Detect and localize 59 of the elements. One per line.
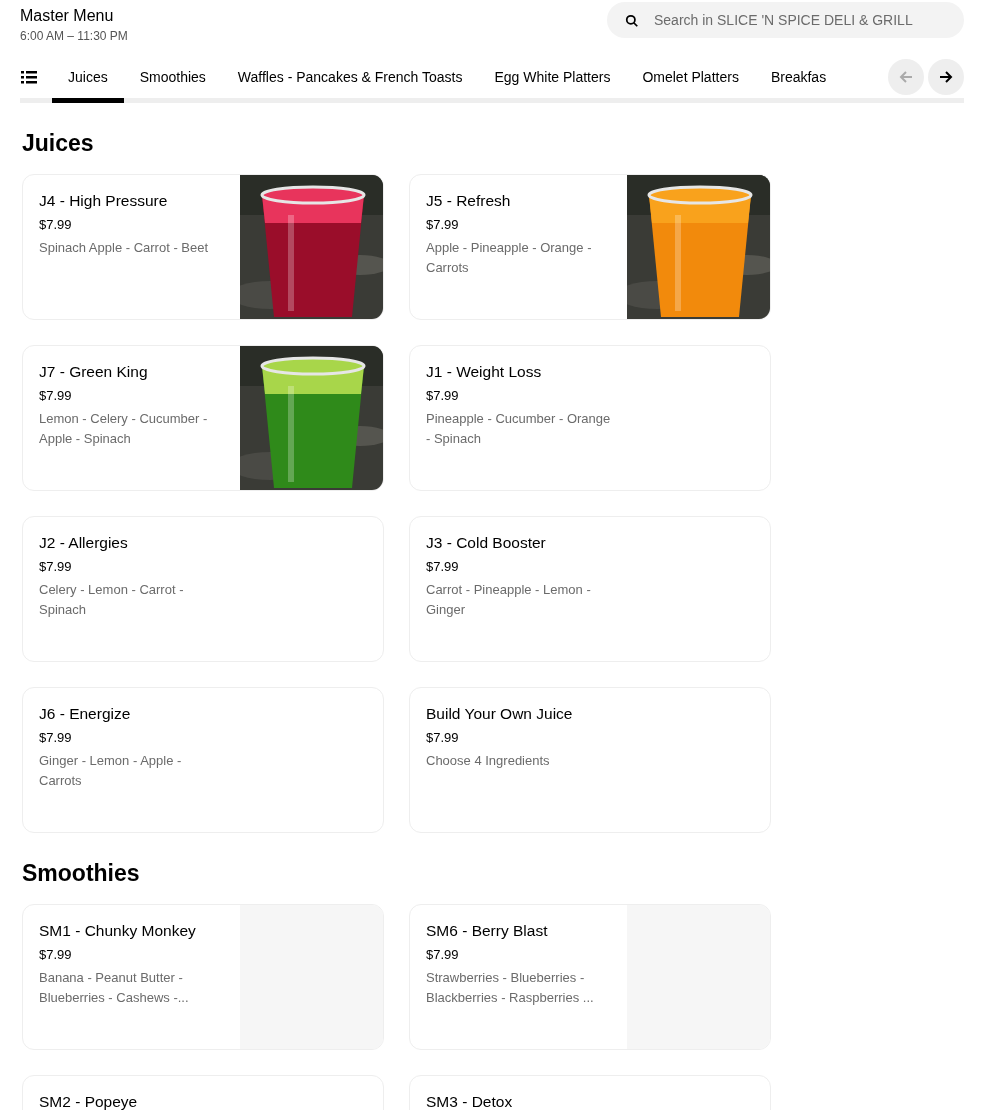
item-description: Carrot - Pineapple - Lemon - Ginger bbox=[426, 581, 592, 619]
item-description: Strawberries - Blueberries - Blackberries - Raspberries ... bbox=[426, 969, 595, 1007]
item-name: SM2 - Popeye bbox=[39, 1092, 139, 1110]
item-price: $7.99 bbox=[39, 216, 73, 234]
scroll-right-button[interactable] bbox=[928, 58, 964, 95]
item-name: J7 - Green King bbox=[39, 362, 149, 382]
section-heading: Juices bbox=[22, 129, 95, 157]
item-price: $7.99 bbox=[39, 387, 73, 405]
item-price: $7.99 bbox=[39, 729, 73, 747]
item-description: Pineapple - Cucumber - Orange - Spinach bbox=[426, 410, 611, 448]
item-description: Spinach Apple - Carrot - Beet bbox=[39, 239, 210, 257]
item-description: Choose 4 Ingredients bbox=[426, 752, 551, 770]
item-name: J2 - Allergies bbox=[39, 533, 129, 553]
item-description: Ginger - Lemon - Apple - Carrots bbox=[39, 752, 183, 790]
item-price: $7.99 bbox=[39, 558, 73, 576]
menu-item-card[interactable]: J4 - High Pressure $7.99 Spinach Apple - Carrot - Beet bbox=[22, 174, 384, 320]
item-price: $7.99 bbox=[426, 216, 460, 234]
item-price: $7.99 bbox=[426, 729, 460, 747]
menu-item-card[interactable]: J1 - Weight Loss $7.99 Pineapple - Cucumber - Orange - Spinach bbox=[409, 345, 771, 491]
category-tab[interactable]: Egg White Platters bbox=[478, 55, 627, 98]
menu-item-card[interactable]: Build Your Own Juice $7.99 Choose 4 Ingredients bbox=[409, 687, 771, 833]
item-price: $7.99 bbox=[426, 558, 460, 576]
search-icon bbox=[625, 14, 639, 28]
item-description: Celery - Lemon - Carrot - Spinach bbox=[39, 581, 185, 619]
item-name: J1 - Weight Loss bbox=[426, 362, 543, 382]
section-heading: Smoothies bbox=[22, 859, 141, 887]
arrow-left-icon bbox=[898, 68, 914, 85]
category-tab[interactable]: Juices bbox=[52, 55, 124, 103]
menu-item-card[interactable]: SM3 - Detox bbox=[409, 1075, 771, 1110]
category-tab[interactable]: Smoothies bbox=[123, 55, 222, 98]
menu-item-card[interactable]: J7 - Green King $7.99 Lemon - Celery - Cucumber - Apple - Spinach bbox=[22, 345, 384, 491]
search-field[interactable]: Search in SLICE 'N SPICE DELI & GRILL bbox=[607, 2, 964, 38]
item-name: J3 - Cold Booster bbox=[426, 533, 547, 553]
menu-item-card[interactable]: J6 - Energize $7.99 Ginger - Lemon - Apple - Carrots bbox=[22, 687, 384, 833]
item-name: J4 - High Pressure bbox=[39, 191, 169, 211]
item-price: $7.99 bbox=[426, 946, 460, 964]
menu-item-card[interactable]: J2 - Allergies $7.99 Celery - Lemon - Carrot - Spinach bbox=[22, 516, 384, 662]
menu-title: Master Menu bbox=[20, 6, 115, 26]
menu-item-card[interactable]: SM2 - Popeye bbox=[22, 1075, 384, 1110]
item-name: SM3 - Detox bbox=[426, 1092, 514, 1110]
item-price: $7.99 bbox=[426, 387, 460, 405]
menu-item-card[interactable]: SM6 - Berry Blast $7.99 Strawberries - Blueberries - Blackberries - Raspberries ... bbox=[409, 904, 771, 1050]
item-name: SM1 - Chunky Monkey bbox=[39, 921, 197, 941]
menu-item-card[interactable]: J5 - Refresh $7.99 Apple - Pineapple - Orange - Carrots bbox=[409, 174, 771, 320]
item-description: Apple - Pineapple - Orange - Carrots bbox=[426, 239, 593, 277]
item-name: J6 - Energize bbox=[39, 704, 132, 724]
item-name: Build Your Own Juice bbox=[426, 704, 574, 724]
item-description: Banana - Peanut Butter - Blueberries - Cashews -... bbox=[39, 969, 190, 1007]
item-name: J5 - Refresh bbox=[426, 191, 512, 211]
menu-item-card[interactable]: J3 - Cold Booster $7.99 Carrot - Pineapple - Lemon - Ginger bbox=[409, 516, 771, 662]
menu-item-card[interactable]: SM1 - Chunky Monkey $7.99 Banana - Peanut Butter - Blueberries - Cashews -... bbox=[22, 904, 384, 1050]
arrow-right-icon bbox=[938, 68, 954, 85]
item-description: Lemon - Celery - Cucumber - Apple - Spinach bbox=[39, 410, 209, 448]
category-tab[interactable]: Omelet Platters bbox=[626, 55, 755, 98]
opening-hours: 6:00 AM – 11:30 PM bbox=[20, 28, 128, 45]
item-price: $7.99 bbox=[39, 946, 73, 964]
item-name: SM6 - Berry Blast bbox=[426, 921, 549, 941]
category-tab[interactable]: Waffles - Pancakes & French Toasts bbox=[221, 55, 479, 98]
category-tab[interactable]: Breakfas bbox=[754, 55, 843, 98]
